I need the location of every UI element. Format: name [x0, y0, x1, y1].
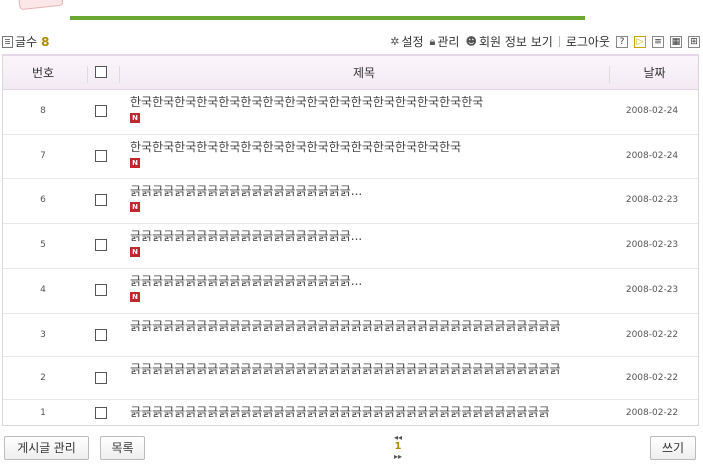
member-info-link[interactable]: ☻ 회원 정보 보기 — [465, 33, 552, 50]
row-date: 2008-02-23 — [625, 195, 679, 205]
header-subject: 제목 — [352, 66, 376, 80]
post-subject-link[interactable]: 긁긁긁긁긁긁긁긁긁긁긁긁긁긁긁긁긁긁긁긁... — [130, 229, 362, 243]
row-checkbox[interactable] — [95, 329, 107, 344]
gear-icon: ✲ — [390, 35, 400, 48]
manage-posts-button[interactable]: 게시글 관리 — [4, 436, 89, 460]
help-icon[interactable]: ? — [616, 35, 628, 48]
write-button[interactable]: 쓰기 — [650, 436, 696, 460]
header-divider — [70, 16, 585, 20]
row-number: 1 — [40, 408, 46, 418]
post-count-label: 글수 — [15, 35, 38, 49]
row-number: 3 — [40, 330, 46, 340]
settings-label: 설정 — [401, 35, 424, 49]
table-row[interactable]: 8 한국한국한국한국한국한국한국한국한국한국한국한국한국한국한국한국 N 200… — [3, 90, 698, 135]
row-date: 2008-02-23 — [625, 285, 679, 295]
post-subject-link[interactable]: 긁긁긁긁긁긁긁긁긁긁긁긁긁긁긁긁긁긁긁긁... — [130, 274, 362, 288]
row-number: 2 — [40, 373, 46, 383]
post-subject-link[interactable]: 한국한국한국한국한국한국한국한국한국한국한국한국한국한국한국 — [130, 140, 461, 154]
table-row[interactable]: 3 긁긁긁긁긁긁긁긁긁긁긁긁긁긁긁긁긁긁긁긁긁긁긁긁긁긁긁긁긁긁긁긁긁긁긁긁긁긁… — [3, 314, 698, 357]
logout-label: 로그아웃 — [565, 35, 610, 49]
post-subject-link[interactable]: 긁긁긁긁긁긁긁긁긁긁긁긁긁긁긁긁긁긁긁긁긁긁긁긁긁긁긁긁긁긁긁긁긁긁긁긁긁긁긁 — [130, 319, 561, 333]
table-row[interactable]: 1 긁긁긁긁긁긁긁긁긁긁긁긁긁긁긁긁긁긁긁긁긁긁긁긁긁긁긁긁긁긁긁긁긁긁긁긁긁긁… — [3, 400, 698, 426]
document-icon — [2, 35, 13, 48]
table-header: 번호 제목 날짜 — [3, 56, 698, 90]
person-icon: ☻ — [465, 35, 477, 48]
list-view-icon[interactable]: ≡ — [652, 35, 664, 48]
play-icon[interactable]: ▷ — [634, 35, 646, 48]
logout-link[interactable]: 로그아웃 — [566, 33, 610, 50]
select-all-checkbox[interactable] — [95, 66, 107, 78]
post-count-value: 8 — [41, 34, 50, 49]
table-row[interactable]: 2 긁긁긁긁긁긁긁긁긁긁긁긁긁긁긁긁긁긁긁긁긁긁긁긁긁긁긁긁긁긁긁긁긁긁긁긁긁긁… — [3, 357, 698, 400]
row-checkbox[interactable] — [95, 407, 107, 422]
row-date: 2008-02-24 — [625, 151, 679, 161]
row-checkbox[interactable] — [95, 150, 107, 165]
settings-link[interactable]: ✲ 설정 — [390, 33, 423, 50]
row-date: 2008-02-22 — [625, 330, 679, 340]
post-subject-link[interactable]: 한국한국한국한국한국한국한국한국한국한국한국한국한국한국한국한국 — [130, 95, 483, 109]
header-select-all[interactable] — [95, 66, 107, 81]
board-tools: ✲ 설정 🔒︎ 관리 ☻ 회원 정보 보기 로그아웃 ? ▷ ≡ ▦ ⊞ — [390, 33, 700, 50]
row-number: 5 — [40, 240, 46, 250]
post-table: 번호 제목 날짜 8 한국한국한국한국한국한국한국한국한국한국한국한국한국한국한… — [2, 54, 699, 426]
row-date: 2008-02-22 — [625, 373, 679, 383]
header-date: 날짜 — [643, 66, 666, 80]
row-checkbox[interactable] — [95, 284, 107, 299]
header-divider-1 — [87, 66, 88, 83]
row-checkbox[interactable] — [95, 372, 107, 387]
row-number: 6 — [40, 195, 46, 205]
list-button[interactable]: 목록 — [100, 436, 145, 460]
last-page-icon[interactable]: ▸▸ — [386, 452, 410, 461]
row-date: 2008-02-24 — [625, 106, 679, 116]
gallery-view-icon[interactable]: ⊞ — [688, 35, 700, 48]
current-page[interactable]: 1 — [386, 442, 410, 452]
header-number: 번호 — [31, 66, 55, 80]
manage-link[interactable]: 🔒︎ 관리 — [430, 33, 460, 50]
new-badge-icon: N — [130, 202, 140, 212]
row-checkbox[interactable] — [95, 239, 107, 254]
pagination: ◂◂ 1 ▸▸ — [386, 433, 410, 463]
lock-icon: 🔒︎ — [429, 34, 436, 48]
grid-view-icon[interactable]: ▦ — [670, 35, 682, 48]
row-number: 7 — [40, 151, 46, 161]
member-info-label: 회원 정보 보기 — [478, 35, 553, 49]
row-number: 8 — [40, 106, 46, 116]
row-checkbox[interactable] — [95, 194, 107, 209]
new-badge-icon: N — [130, 247, 140, 257]
row-checkbox[interactable] — [95, 105, 107, 120]
row-number: 4 — [40, 285, 46, 295]
post-subject-link[interactable]: 긁긁긁긁긁긁긁긁긁긁긁긁긁긁긁긁긁긁긁긁긁긁긁긁긁긁긁긁긁긁긁긁긁긁긁긁긁긁 — [130, 405, 550, 419]
row-date: 2008-02-22 — [625, 408, 679, 418]
table-row[interactable]: 5 긁긁긁긁긁긁긁긁긁긁긁긁긁긁긁긁긁긁긁긁... N 2008-02-23 — [3, 224, 698, 269]
post-subject-link[interactable]: 긁긁긁긁긁긁긁긁긁긁긁긁긁긁긁긁긁긁긁긁... — [130, 184, 362, 198]
table-row[interactable]: 6 긁긁긁긁긁긁긁긁긁긁긁긁긁긁긁긁긁긁긁긁... N 2008-02-23 — [3, 179, 698, 224]
board-toolbar: 글수 8 ✲ 설정 🔒︎ 관리 ☻ 회원 정보 보기 로그아웃 ? ▷ ≡ ▦ … — [0, 33, 703, 49]
new-badge-icon: N — [130, 113, 140, 123]
toolbar-separator — [558, 36, 560, 47]
post-subject-link[interactable]: 긁긁긁긁긁긁긁긁긁긁긁긁긁긁긁긁긁긁긁긁긁긁긁긁긁긁긁긁긁긁긁긁긁긁긁긁긁긁긁 — [130, 362, 561, 376]
table-row[interactable]: 4 긁긁긁긁긁긁긁긁긁긁긁긁긁긁긁긁긁긁긁긁... N 2008-02-23 — [3, 269, 698, 314]
new-badge-icon: N — [130, 158, 140, 168]
row-date: 2008-02-23 — [625, 240, 679, 250]
new-badge-icon: N — [130, 292, 140, 302]
post-count: 글수 8 — [2, 33, 49, 50]
table-row[interactable]: 7 한국한국한국한국한국한국한국한국한국한국한국한국한국한국한국 N 2008-… — [3, 135, 698, 179]
manage-label: 관리 — [437, 35, 460, 49]
